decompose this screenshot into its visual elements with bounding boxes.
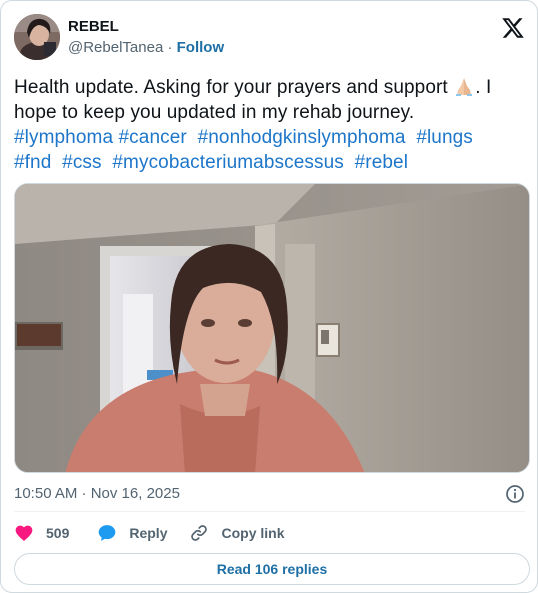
action-bar: 509 Reply Copy link — [14, 521, 285, 545]
tweet-text: Health update. Asking for your prayers a… — [14, 75, 529, 175]
tweet-header: REBEL @RebelTanea · Follow — [14, 14, 527, 62]
hashtag-link[interactable]: #fnd — [14, 152, 51, 173]
hashtag-row-2: #fnd #css #mycobacteriumabscessus #rebel — [14, 152, 408, 173]
hashtag-link[interactable]: #rebel — [355, 152, 408, 173]
x-logo-icon[interactable] — [501, 16, 525, 40]
reply-button[interactable]: Reply — [97, 523, 167, 543]
read-replies-button[interactable]: Read 106 replies — [14, 553, 530, 585]
hashtag-link[interactable]: #cancer — [119, 127, 187, 148]
hashtag-link[interactable]: #nonhodgkinslymphoma — [198, 127, 406, 148]
tweet-body-part1: Health update. Asking for your prayers a… — [14, 77, 454, 98]
handle-row: @RebelTanea · Follow — [68, 38, 224, 58]
video-player[interactable] — [14, 183, 530, 473]
timestamp-link[interactable]: 10:50 AM · Nov 16, 2025 — [14, 485, 180, 502]
like-count: 509 — [46, 525, 70, 541]
link-icon — [191, 525, 208, 541]
like-button[interactable]: 509 — [14, 523, 69, 543]
avatar[interactable] — [14, 14, 60, 60]
copy-link-label: Copy link — [221, 525, 285, 541]
hashtag-link[interactable]: #css — [62, 152, 101, 173]
hashtag-row-1: #lymphoma #cancer #nonhodgkinslymphoma #… — [14, 127, 473, 148]
hashtag-link[interactable]: #mycobacteriumabscessus — [112, 152, 343, 173]
tweet-card: REBEL @RebelTanea · Follow Health update… — [0, 0, 538, 593]
heart-icon — [15, 525, 33, 541]
hashtag-link[interactable]: #lungs — [416, 127, 473, 148]
copy-link-button[interactable]: Copy link — [189, 523, 285, 543]
speech-bubble-icon — [99, 525, 116, 541]
author-info: REBEL @RebelTanea · Follow — [68, 18, 224, 58]
info-icon[interactable] — [505, 484, 525, 504]
timestamp-row: 10:50 AM · Nov 16, 2025 — [14, 484, 525, 504]
author-name[interactable]: REBEL — [68, 18, 224, 36]
follow-button[interactable]: Follow — [177, 39, 225, 56]
video-frame — [15, 184, 529, 472]
hashtag-link[interactable]: #lymphoma — [14, 127, 113, 148]
reply-label: Reply — [129, 525, 168, 541]
divider — [14, 511, 525, 512]
separator-dot: · — [163, 39, 177, 56]
folded-hands-emoji-icon — [456, 78, 473, 96]
author-handle[interactable]: @RebelTanea — [68, 39, 163, 56]
